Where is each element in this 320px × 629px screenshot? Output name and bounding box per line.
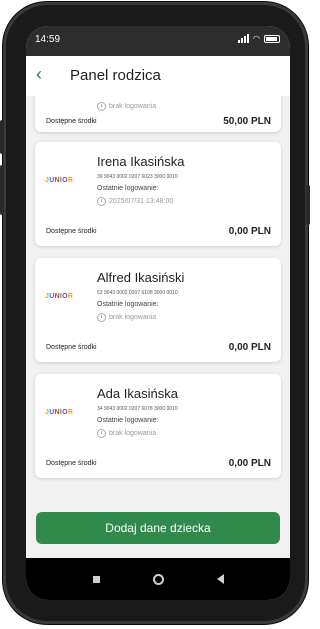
system-nav-bar bbox=[26, 558, 290, 600]
volume-up-button bbox=[0, 120, 4, 154]
app-bar: ‹ Panel rodzica bbox=[26, 56, 290, 96]
funds-label: Dostępne środki bbox=[46, 228, 97, 235]
login-value: brak logowania bbox=[97, 429, 156, 438]
login-value: brak logowania bbox=[97, 313, 156, 322]
funds-value: 0,00 PLN bbox=[228, 226, 271, 237]
wifi-icon: ◠ bbox=[253, 34, 260, 43]
clock-icon bbox=[97, 313, 106, 322]
junior-logo: JUNIOR bbox=[45, 409, 74, 416]
chevron-left-icon[interactable]: ‹ bbox=[36, 64, 42, 85]
clock-icon bbox=[97, 102, 106, 111]
status-icons: ◠ bbox=[238, 34, 280, 43]
account-number: 34 9043 0002 0207 6078 3000 0010 bbox=[97, 406, 178, 412]
status-bar: 14:59 ◠ bbox=[26, 26, 290, 56]
add-child-button[interactable]: Dodaj dane dziecka bbox=[36, 512, 280, 544]
recent-apps-icon[interactable] bbox=[92, 575, 100, 583]
funds-label: Dostępne środki bbox=[46, 460, 97, 467]
child-card-partial[interactable]: brak logowania Dostępne środki 50,00 PLN bbox=[35, 96, 281, 132]
status-time: 14:59 bbox=[35, 34, 61, 45]
funds-value: 0,00 PLN bbox=[228, 342, 271, 353]
login-value: 2025/07/31 13:48:00 bbox=[97, 197, 173, 206]
login-label: Ostatnie logowanie: bbox=[97, 417, 159, 424]
screen: 14:59 ◠ ‹ Panel rodzica brak logowania D… bbox=[26, 26, 290, 600]
clock-icon bbox=[97, 197, 106, 206]
child-name: Ada Ikasińska bbox=[97, 386, 178, 401]
child-name: Irena Ikasińska bbox=[97, 154, 185, 169]
funds-label: Dostępne środki bbox=[46, 118, 97, 125]
account-number: 53 9043 0002 0207 6108 3000 0010 bbox=[97, 290, 178, 296]
funds-value: 50,00 PLN bbox=[223, 116, 271, 127]
funds-label: Dostępne środki bbox=[46, 344, 97, 351]
login-label: Ostatnie logowanie: bbox=[97, 301, 159, 308]
back-triangle-icon[interactable] bbox=[216, 574, 224, 584]
battery-icon bbox=[264, 34, 280, 43]
child-card[interactable]: Irena Ikasińska 39 9043 0002 0207 6023 3… bbox=[35, 142, 281, 246]
login-label: Ostatnie logowanie: bbox=[97, 185, 159, 192]
junior-logo: JUNIOR bbox=[45, 293, 74, 300]
junior-logo: JUNIOR bbox=[45, 177, 74, 184]
funds-value: 0,00 PLN bbox=[228, 458, 271, 469]
page-title: Panel rodzica bbox=[70, 67, 161, 84]
power-button bbox=[306, 185, 310, 225]
login-value: brak logowania bbox=[97, 102, 156, 111]
signal-icon bbox=[238, 34, 250, 43]
child-card[interactable]: Ada Ikasińska 34 9043 0002 0207 6078 300… bbox=[35, 374, 281, 478]
clock-icon bbox=[97, 429, 106, 438]
volume-down-button bbox=[0, 165, 4, 215]
child-name: Alfred Ikasiński bbox=[97, 270, 185, 285]
children-list[interactable]: brak logowania Dostępne środki 50,00 PLN… bbox=[26, 96, 290, 526]
account-number: 39 9043 0002 0207 6023 3000 0010 bbox=[97, 174, 178, 180]
home-icon[interactable] bbox=[152, 573, 164, 585]
child-card[interactable]: Alfred Ikasiński 53 9043 0002 0207 6108 … bbox=[35, 258, 281, 362]
